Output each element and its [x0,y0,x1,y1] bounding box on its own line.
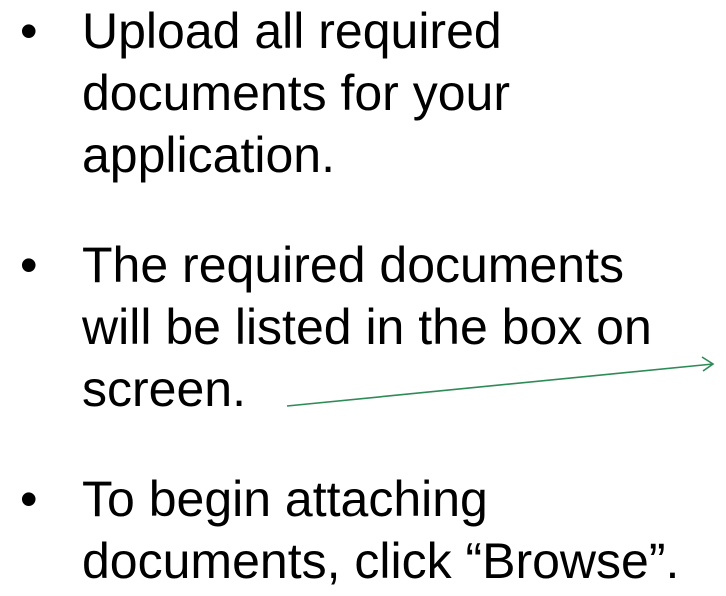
bullet-text-line: documents for your [82,65,510,121]
bullet-marker: • [20,237,38,293]
bullet-text-line: The required documents [82,237,624,293]
bullet-text-line: documents, click “Browse”. [82,533,680,589]
bullet-marker: • [20,3,38,59]
bullet-marker: • [20,471,38,527]
bullet-text-line: Upload all required [82,3,502,59]
bullet-text-line: screen. [82,361,246,417]
bullet-text-line: To begin attaching [82,471,488,527]
bullet-text-line: will be listed in the box on [82,299,652,355]
bullet-list: • Upload all required documents for your… [0,0,726,596]
bullet-text-line: application. [82,127,335,183]
